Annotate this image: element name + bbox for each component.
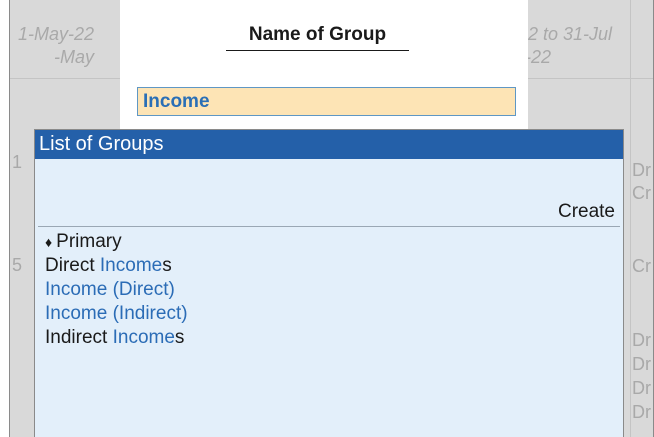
search-match-text: Income <box>112 327 175 348</box>
create-divider <box>38 226 620 227</box>
background-column-line <box>630 0 631 437</box>
search-match-text: Income (Direct) <box>45 279 175 300</box>
diamond-bullet-icon: ♦ <box>45 234 53 250</box>
group-list: ♦ Primary Direct Incomes Income (Direct) Inc… <box>45 230 188 350</box>
search-match-text: Income (Indirect) <box>45 303 188 324</box>
period-to-text-2: -22 <box>525 47 552 67</box>
background-dr-cr: Dr <box>632 378 651 398</box>
background-dr-cr: Cr <box>632 256 651 276</box>
list-of-groups-panel: List of Groups Create ♦ Primary Direct Inc… <box>34 129 624 437</box>
group-list-item[interactable]: Indirect Incomes <box>45 326 188 350</box>
background-dr-cr: Dr <box>632 330 651 350</box>
group-list-item[interactable]: Income (Indirect) <box>45 302 188 326</box>
background-dr-cr: Dr <box>632 160 651 180</box>
create-option[interactable]: Create <box>558 201 615 223</box>
group-name-text: Indirect <box>45 327 113 348</box>
period-from-text-2: -May <box>54 47 94 67</box>
group-name-text: Primary <box>56 231 122 252</box>
name-of-group-title: Name of Group <box>226 24 409 51</box>
background-left-fragment: 1 <box>12 152 23 172</box>
group-list-item[interactable]: ♦ Primary <box>45 230 188 254</box>
list-of-groups-header: List of Groups <box>35 130 623 159</box>
background-dr-cr: Dr <box>632 402 651 422</box>
group-name-text: s <box>174 327 185 348</box>
group-name-text: Direct <box>45 255 100 276</box>
group-name-input[interactable]: Income <box>137 87 516 116</box>
background-dr-cr: Dr <box>632 354 651 374</box>
background-left-fragment: 5 <box>12 255 23 275</box>
name-of-group-panel: Name of Group Income <box>120 0 528 140</box>
group-list-item[interactable]: Income (Direct) <box>45 278 188 302</box>
search-match-text: Income <box>99 255 163 276</box>
period-from-text: 1-May-22 <box>18 24 95 44</box>
group-name-text: s <box>162 255 172 276</box>
background-dr-cr: Cr <box>632 183 651 203</box>
group-list-item[interactable]: Direct Incomes <box>45 254 188 278</box>
period-to-text: 2 to 31-Jul <box>528 24 613 44</box>
